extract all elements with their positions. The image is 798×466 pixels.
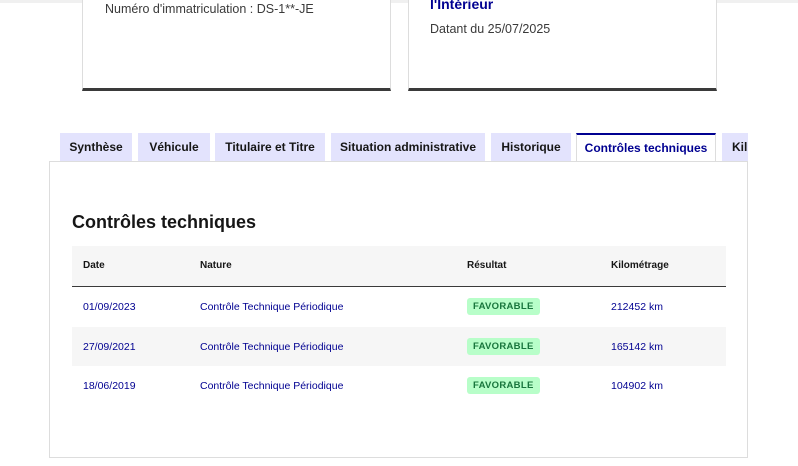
tab-synthese[interactable]: Synthèse <box>60 133 132 161</box>
tab-controles-techniques[interactable]: Contrôles techniques <box>576 133 716 161</box>
header-date: Date <box>83 260 105 271</box>
tab-vehicule[interactable]: Véhicule <box>138 133 210 161</box>
status-badge: FAVORABLE <box>467 298 540 315</box>
cell-km: 165142 km <box>611 340 663 353</box>
registration-number: Numéro d'immatriculation : DS-1**-JE <box>105 2 314 16</box>
inspections-table: Date Nature Résultat Kilométrage 01/09/2… <box>72 246 726 406</box>
document-card-title[interactable]: l'Intérieur <box>430 0 493 12</box>
tab-historique[interactable]: Historique <box>491 133 571 161</box>
table-row: 01/09/2023 Contrôle Technique Périodique… <box>72 287 726 327</box>
document-card: l'Intérieur Datant du 25/07/2025 <box>408 0 717 91</box>
vehicle-info-card: Numéro d'immatriculation : DS-1**-JE <box>82 0 391 91</box>
status-badge: FAVORABLE <box>467 337 540 355</box>
cell-km: 104902 km <box>611 380 663 392</box>
tab-situation-administrative[interactable]: Situation administrative <box>331 133 485 161</box>
tab-kilometrage[interactable]: Kil <box>722 133 748 161</box>
cell-nature: Contrôle Technique Périodique <box>200 380 344 392</box>
table-row: 18/06/2019 Contrôle Technique Périodique… <box>72 366 726 406</box>
cell-km: 212452 km <box>611 301 663 313</box>
header-result: Résultat <box>467 260 507 271</box>
cell-date: 27/09/2021 <box>83 340 136 353</box>
cell-date: 01/09/2023 <box>83 301 136 313</box>
header-km: Kilométrage <box>611 260 669 271</box>
tab-titulaire-titre[interactable]: Titulaire et Titre <box>215 133 325 161</box>
cell-nature: Contrôle Technique Périodique <box>200 340 344 353</box>
section-title: Contrôles techniques <box>72 212 257 232</box>
cell-nature: Contrôle Technique Périodique <box>200 301 344 313</box>
tab-list: Synthèse Véhicule Titulaire et Titre Sit… <box>60 133 748 161</box>
cell-date: 18/06/2019 <box>83 380 136 392</box>
table-row: 27/09/2021 Contrôle Technique Périodique… <box>72 326 726 366</box>
header-nature: Nature <box>200 260 232 271</box>
document-date: Datant du 25/07/2025 <box>430 22 551 36</box>
table-header: Date Nature Résultat Kilométrage <box>72 246 726 287</box>
status-badge: FAVORABLE <box>467 377 540 394</box>
